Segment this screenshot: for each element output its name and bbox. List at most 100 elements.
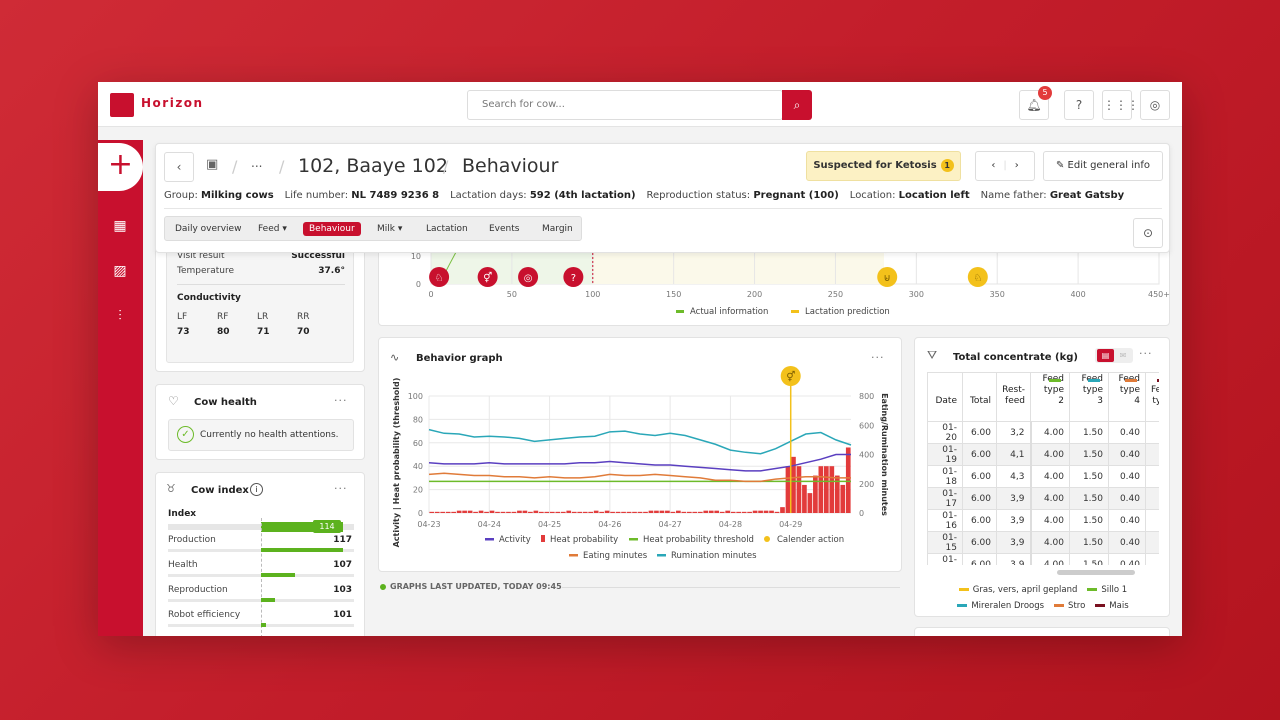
horizontal-scrollbar[interactable] [1057, 570, 1135, 575]
more-options-button[interactable]: ··· [334, 394, 348, 407]
legend-swatch [1054, 604, 1065, 607]
y2-tick-label: 400 [859, 451, 874, 460]
card-title: Cow health [194, 397, 257, 408]
more-options-button[interactable]: ··· [1139, 347, 1153, 360]
meta-item: Life number: NL 7489 9236 8 [285, 190, 439, 201]
divider [164, 208, 1162, 209]
heat-probability-bar [752, 510, 758, 513]
heat-probability-bar [577, 511, 583, 513]
breadcrumb-ellipsis[interactable]: ... [251, 156, 262, 170]
ketosis-alert-badge[interactable]: Suspected for Ketosis 1 [806, 151, 961, 181]
column-header: Feed type 4 [1108, 372, 1146, 422]
table-row: 01-18 6.00 4,3 4.00 1.50 0.40 [927, 465, 1159, 488]
heat-probability-bar [714, 510, 720, 513]
legend-swatch [485, 538, 494, 541]
series-color-swatch [1049, 379, 1061, 382]
tab-milk[interactable]: Milk ▾ [371, 222, 408, 236]
tab-dailyoverview[interactable]: Daily overview [169, 222, 247, 236]
tab-lactation[interactable]: Lactation [420, 222, 474, 236]
edit-general-info-button[interactable]: ✎ Edit general info [1043, 151, 1163, 181]
y2-tick-label: 200 [859, 480, 874, 489]
breadcrumb-separator: / [443, 157, 449, 176]
table-cell: 6.00 [962, 531, 997, 554]
settings-sliders-icon[interactable]: ⫶ [110, 308, 130, 328]
conductivity-title: Conductivity [177, 293, 241, 303]
tab-events[interactable]: Events [483, 222, 525, 236]
more-options-button[interactable]: ··· [334, 482, 348, 495]
breadcrumb-cow[interactable]: 102, Baaye 102 [298, 155, 448, 177]
heat-probability-bar [615, 511, 621, 513]
index-item-value: 101 [333, 610, 352, 620]
heat-probability-bar [429, 511, 435, 513]
grid-icon: ⋮⋮⋮ [1103, 98, 1139, 112]
heat-probability-bar [769, 510, 774, 513]
tab-margin[interactable]: Margin [536, 222, 579, 236]
table-cell-empty [1144, 509, 1159, 532]
event-glyph: ? [571, 273, 576, 284]
back-button[interactable]: ‹ [164, 152, 194, 182]
teat-label: RR [297, 312, 310, 322]
search-input[interactable]: Search for cow... [467, 90, 783, 120]
event-glyph: ♘ [435, 273, 444, 284]
heat-probability-bar [445, 511, 451, 513]
x-tick-label: 200 [747, 290, 762, 299]
legend-label: Activity [499, 535, 531, 545]
table-cell-empty [1144, 553, 1159, 565]
prev-cow-button[interactable]: ‹ [983, 160, 1003, 171]
breadcrumb-separator: / [279, 157, 285, 176]
heat-probability-bar [659, 510, 665, 513]
apps-grid-button[interactable]: ⋮⋮⋮ [1102, 90, 1139, 120]
user-profile-button[interactable]: ◎ [1140, 90, 1170, 120]
table-cell: 01-20 [927, 421, 963, 444]
chart-view-button[interactable]: ✉ [1115, 349, 1131, 362]
cow-health-card: ♡ Cow health ··· ✓ Currently no health a… [155, 384, 365, 460]
event-marker-calving[interactable]: ♘ [967, 267, 988, 287]
legend-swatch [1095, 604, 1106, 607]
x-tick-label: 400 [1070, 290, 1085, 299]
event-marker-pregnancy-check[interactable]: ? [563, 267, 584, 287]
heat-probability-bar [681, 511, 687, 513]
info-icon[interactable]: i [250, 483, 263, 496]
heat-probability-bar [692, 511, 698, 513]
tab-behaviour[interactable]: Behaviour [303, 222, 361, 236]
y-axis-label: Activity | Heat probability (threshold) [392, 378, 401, 548]
calendar-action-marker[interactable]: ⚥ [780, 366, 801, 386]
event-marker-insemination[interactable]: ◎ [518, 267, 539, 287]
legend-item: Gras, vers, april gepland [958, 585, 1077, 595]
heat-probability-bar [719, 511, 725, 513]
meta-value: Pregnant (100) [753, 190, 839, 201]
event-marker-heat[interactable]: ⚥ [477, 267, 498, 287]
heat-probability-bar [599, 511, 604, 513]
heat-probability-bar [807, 493, 813, 513]
search-button[interactable]: ⌕ [782, 90, 812, 120]
horizon-logo[interactable] [110, 93, 134, 117]
legend-label: Heat probability threshold [643, 535, 754, 545]
legend-label: Rumination minutes [671, 551, 757, 561]
legend-swatch [958, 588, 969, 591]
view-settings-button[interactable]: ⊙ [1133, 218, 1163, 248]
series-color-swatch [1157, 379, 1159, 382]
event-marker-dry-off[interactable]: ⊌ [877, 267, 898, 287]
heat-probability-bar [467, 510, 473, 513]
table-cell-empty [1144, 443, 1159, 466]
dashboard-icon[interactable]: ▦ [110, 218, 130, 238]
table-cell: 4.00 [1029, 487, 1070, 510]
table-view-button[interactable]: ▤ [1097, 349, 1114, 362]
table-cell: 4,1 [996, 443, 1031, 466]
legend-item: Mais [1095, 601, 1129, 611]
column-header: Feed type 2 [1030, 372, 1070, 422]
help-button[interactable]: ? [1064, 90, 1094, 120]
column-label: Total [969, 396, 991, 406]
tab-feed[interactable]: Feed ▾ [252, 222, 293, 236]
heat-probability-bar [478, 510, 484, 513]
x-tick-label: 450+ [1148, 290, 1170, 299]
teat-label: LF [177, 312, 188, 322]
meta-label: Lactation days: [450, 190, 527, 201]
alert-count: 1 [940, 159, 954, 172]
report-icon[interactable]: ▨ [110, 263, 130, 283]
next-cow-button[interactable]: › [1007, 160, 1027, 171]
event-marker-calving[interactable]: ♘ [429, 267, 450, 287]
table-cell: 1.50 [1069, 487, 1109, 510]
table-cell: 01-17 [927, 487, 963, 510]
y2-tick-label: 0 [859, 509, 864, 518]
